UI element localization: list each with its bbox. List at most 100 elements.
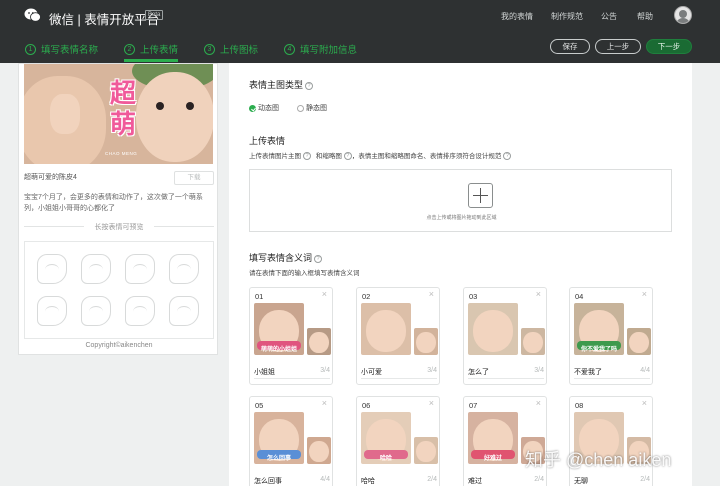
step-number: 1 <box>25 43 36 55</box>
sticker-face <box>309 331 329 354</box>
sticker-thumbnail <box>307 328 331 355</box>
cover-title-text: 超萌 <box>109 78 136 139</box>
sticker-card[interactable]: 01 × 萌萌的小姐姐 小姐姐 3/4 <box>249 287 333 385</box>
sticker-card[interactable]: 05 × 怎么回事 怎么回事 4/4 <box>249 396 333 486</box>
help-icon[interactable]: ? <box>343 152 352 160</box>
step-label: 上传表情 <box>140 45 179 56</box>
sticker-card[interactable]: 03 × 怎么了 3/4 <box>463 287 547 385</box>
sticker-card[interactable]: 06 × 哈哈 哈哈 2/4 <box>356 396 440 486</box>
sticker-card[interactable]: 07 × 好难过 难过 2/4 <box>463 396 547 486</box>
meaning-value: 无聊 <box>574 478 588 485</box>
meaning-input[interactable]: 怎么了 3/4 <box>468 364 544 379</box>
meaning-input[interactable]: 怎么回事 4/4 <box>254 473 330 486</box>
pack-name: 超萌可爱的陈皮4 <box>24 174 77 181</box>
step-4-extra-info[interactable]: 4 填写附加信息 <box>284 42 357 56</box>
upload-hint-text: 点击上传或将图片拖动到此区域 <box>426 215 497 221</box>
sticker-index: 02 <box>362 292 371 301</box>
meaning-value: 哈哈 <box>361 478 375 485</box>
close-icon[interactable]: × <box>642 398 647 408</box>
char-count: 4/4 <box>320 476 330 483</box>
placeholder-sticker-icon[interactable] <box>37 254 67 284</box>
zhihu-watermark: 知乎 @chen aiken <box>525 450 672 470</box>
user-avatar[interactable] <box>674 6 692 24</box>
sticker-face <box>473 310 513 352</box>
close-icon[interactable]: × <box>322 289 327 299</box>
plus-icon[interactable] <box>468 183 493 208</box>
placeholder-sticker-icon[interactable] <box>81 254 111 284</box>
download-button[interactable]: 下载 <box>174 171 214 185</box>
nav-help[interactable]: 帮助 <box>637 11 653 22</box>
placeholder-sticker-icon[interactable] <box>169 296 199 326</box>
sticker-card[interactable]: 04 × 你不爱我了吗 不爱我了 4/4 <box>569 287 653 385</box>
placeholder-sticker-icon[interactable] <box>125 296 155 326</box>
nav-announcements[interactable]: 公告 <box>601 11 617 22</box>
sticker-index: 07 <box>469 401 478 410</box>
meaning-input[interactable]: 难过 2/4 <box>468 473 544 486</box>
meaning-input[interactable]: 小可爱 3/4 <box>361 364 437 379</box>
sticker-pack-preview: 超萌 CHAO MENG 超萌可爱的陈皮4 下载 宝宝7个月了，会更多的表情和动… <box>18 63 218 355</box>
close-icon[interactable]: × <box>429 289 434 299</box>
char-count: 2/4 <box>534 476 544 483</box>
close-icon[interactable]: × <box>536 398 541 408</box>
meaning-input[interactable]: 小姐姐 3/4 <box>254 364 330 379</box>
placeholder-sticker-icon[interactable] <box>125 254 155 284</box>
sticker-main-image <box>361 303 411 355</box>
sticker-face <box>629 331 649 354</box>
nav-my-stickers[interactable]: 我的表情 <box>501 11 533 22</box>
radio-animated[interactable] <box>249 104 256 112</box>
sticker-main-image: 你不爱我了吗 <box>574 303 624 355</box>
step-number: 3 <box>204 43 215 55</box>
next-step-button[interactable]: 下一步 <box>646 39 692 54</box>
meaning-value: 小可爱 <box>361 369 382 376</box>
placeholder-sticker-icon[interactable] <box>169 254 199 284</box>
sticker-index: 04 <box>575 292 584 301</box>
section-title-text: 填写表情含义词 <box>249 253 313 263</box>
meaning-input[interactable]: 不爱我了 4/4 <box>574 364 650 379</box>
beta-badge: Beta <box>145 10 164 20</box>
wechat-logo-icon <box>24 8 41 22</box>
sticker-thumbnail <box>521 328 545 355</box>
sticker-main-image: 怎么回事 <box>254 412 304 464</box>
upload-dropzone[interactable]: 点击上传或将图片拖动到此区域 <box>249 169 672 232</box>
help-icon[interactable]: ? <box>303 152 311 160</box>
sticker-card[interactable]: 08 × 无聊 2/4 <box>569 396 653 486</box>
help-icon[interactable]: ? <box>314 255 323 263</box>
sticker-thumbnail <box>627 328 651 355</box>
cover-brand-tag: CHAO MENG <box>105 151 138 156</box>
close-icon[interactable]: × <box>642 289 647 299</box>
instruction-text: 和缩略图 <box>315 153 342 160</box>
placeholder-sticker-icon[interactable] <box>37 296 67 326</box>
step-3-icon[interactable]: 3 上传图标 <box>204 42 258 56</box>
meaning-words-instructions: 请在表情下面的输入框填写表情含义词 <box>249 270 360 277</box>
close-icon[interactable]: × <box>536 289 541 299</box>
radio-label: 静态图 <box>306 105 327 112</box>
meaning-value: 怎么回事 <box>254 478 282 485</box>
meaning-input[interactable]: 无聊 2/4 <box>574 473 650 486</box>
cover-eye <box>186 102 194 110</box>
close-icon[interactable]: × <box>429 398 434 408</box>
sticker-face <box>366 310 406 352</box>
help-icon[interactable]: ? <box>503 152 512 160</box>
step-number: 2 <box>124 43 135 55</box>
placeholder-sticker-icon[interactable] <box>81 296 111 326</box>
prev-step-button[interactable]: 上一步 <box>595 39 641 54</box>
meaning-input[interactable]: 哈哈 2/4 <box>361 473 437 486</box>
save-button[interactable]: 保存 <box>550 39 590 54</box>
help-icon[interactable]: ? <box>305 82 314 90</box>
sticker-index: 01 <box>255 292 264 301</box>
close-icon[interactable]: × <box>322 398 327 408</box>
sticker-caption: 哈哈 <box>379 456 392 462</box>
step-2-upload[interactable]: 2 上传表情 <box>124 42 178 56</box>
cover-image: 超萌 CHAO MENG <box>24 64 213 164</box>
nav-guidelines[interactable]: 制作规范 <box>551 11 583 22</box>
char-count: 2/4 <box>427 476 437 483</box>
radio-static[interactable] <box>297 104 304 112</box>
meaning-value: 小姐姐 <box>254 369 275 376</box>
meaning-value: 难过 <box>468 478 482 485</box>
upload-form-card: 表情主图类型? 动态图 静态图 上传表情 上传表情图片主图? 和缩略图? ，表情主… <box>229 63 692 486</box>
step-1-name[interactable]: 1 填写表情名称 <box>25 42 98 56</box>
sticker-main-image: 哈哈 <box>361 412 411 464</box>
sticker-card[interactable]: 02 × 小可爱 3/4 <box>356 287 440 385</box>
sticker-preview-grid <box>24 241 214 339</box>
step-label: 填写表情名称 <box>41 45 99 56</box>
